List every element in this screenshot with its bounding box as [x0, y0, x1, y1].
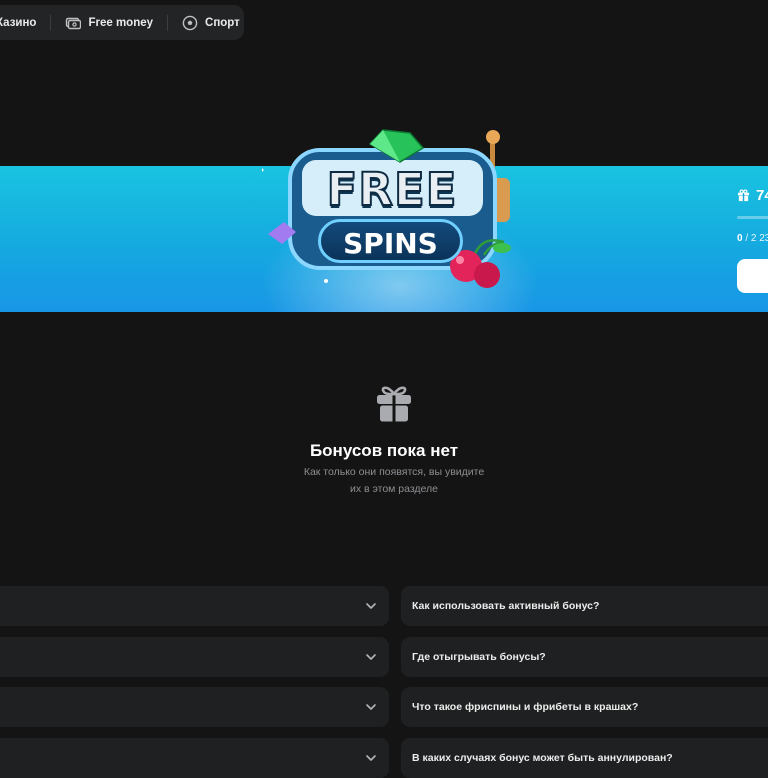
free-money-icon: [66, 17, 82, 29]
faq-item[interactable]: Где отыгрывать бонусы?: [401, 637, 768, 677]
progress-total: / 2 23: [745, 233, 768, 244]
nav-free-money-label: Free money: [88, 16, 154, 29]
bonus-progress-text: 0 / 2 23: [737, 233, 768, 244]
progress-current: 0: [737, 233, 743, 244]
bonus-gift-counter: 74: [737, 187, 768, 204]
faq-item[interactable]: [0, 687, 389, 727]
empty-state-subtitle-line: их в этом разделе: [349, 483, 439, 495]
faq-question: Как использовать активный бонус?: [412, 600, 600, 612]
faq-question: В каких случаях бонус может быть аннулир…: [412, 752, 673, 764]
faq-item[interactable]: В каких случаях бонус может быть аннулир…: [401, 738, 768, 778]
faq-question: Где отыгрывать бонусы?: [412, 651, 546, 663]
top-nav: Казино Free money Спорт: [0, 5, 244, 40]
empty-state-subtitle-line: Как только они появятся, вы увидите: [303, 466, 485, 478]
faq-item[interactable]: Что такое фриспины и фрибеты в крашах?: [401, 687, 768, 727]
banner-art-spins-text: SPINS: [318, 219, 463, 263]
nav-sport-label: Спорт: [205, 16, 240, 29]
banner-art-free-text: FREE: [326, 162, 458, 217]
faq-item[interactable]: [0, 738, 389, 778]
gift-count-value: 74: [756, 187, 768, 204]
nav-divider: [50, 14, 52, 31]
faq-question: Что такое фриспины и фрибеты в крашах?: [412, 701, 639, 713]
football-icon: [182, 15, 198, 30]
gift-icon: [377, 386, 411, 422]
nav-sport[interactable]: Спорт: [182, 15, 240, 31]
faq-item[interactable]: [0, 586, 389, 626]
chevron-down-icon: [366, 704, 376, 710]
chevron-down-icon: [366, 755, 376, 761]
faq-item[interactable]: [0, 637, 389, 677]
gift-icon: [737, 189, 750, 202]
faq-item[interactable]: Как использовать активный бонус?: [401, 586, 768, 626]
banner-action-button[interactable]: [737, 259, 768, 293]
empty-state-title: Бонусов пока нет: [309, 441, 459, 460]
chevron-down-icon: [366, 603, 376, 609]
nav-casino-label: Казино: [0, 16, 37, 29]
empty-state-subtitle: Как только они появятся, вы увидите их в…: [294, 464, 494, 498]
nav-divider: [167, 14, 169, 31]
nav-free-money[interactable]: Free money: [65, 15, 153, 31]
chevron-down-icon: [366, 654, 376, 660]
bonus-progress-bar: [737, 216, 768, 219]
nav-casino[interactable]: Казино: [0, 17, 36, 29]
